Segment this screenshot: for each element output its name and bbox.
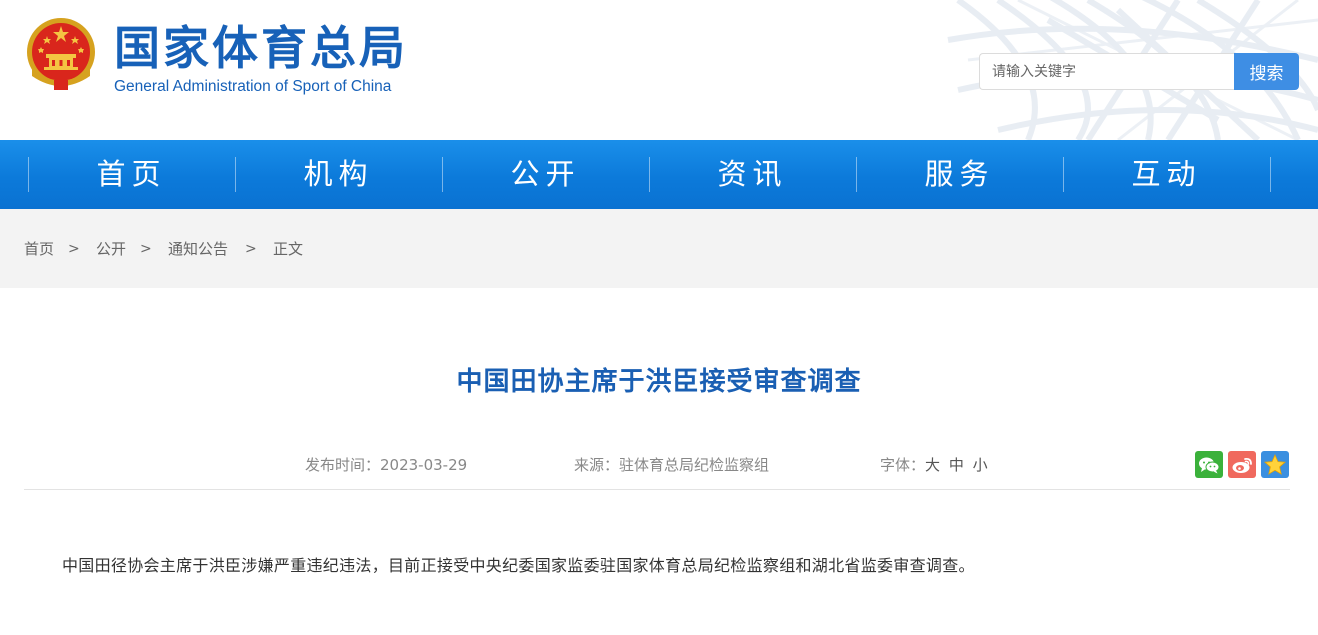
font-size-selector: 字体：大 中 小 <box>880 455 988 475</box>
main-nav: 首页 机构 公开 资讯 服务 互动 <box>0 140 1318 209</box>
site-logo-subtitle[interactable]: General Administration of Sport of China <box>114 77 391 97</box>
nav-item-home[interactable]: 首页 <box>28 140 235 209</box>
breadcrumb-item-public-info[interactable]: 公开 <box>96 239 126 259</box>
breadcrumb-separator: > <box>245 241 257 257</box>
breadcrumb: 首页 > 公开 > 通知公告 > 正文 <box>0 209 1318 288</box>
publish-time: 发布时间：2023-03-29 <box>305 456 468 474</box>
article-body: 中国田径协会主席于洪臣涉嫌严重违纪违法，目前正接受中央纪委国家监委驻国家体育总局… <box>62 556 975 575</box>
nav-item-services[interactable]: 服务 <box>856 140 1063 209</box>
font-size-medium[interactable]: 中 <box>949 456 964 474</box>
weibo-icon <box>1232 457 1252 473</box>
font-size-large[interactable]: 大 <box>925 456 940 474</box>
search-button[interactable]: 搜索 <box>1234 53 1299 90</box>
search-input[interactable] <box>979 53 1235 90</box>
article-title: 中国田协主席于洪臣接受审查调查 <box>456 367 862 397</box>
nav-divider <box>1270 157 1271 192</box>
site-logo-title[interactable]: 国家体育总局 <box>114 20 408 76</box>
search-bar: 搜索 <box>979 53 1299 90</box>
meta-divider <box>24 489 1290 490</box>
nav-item-interaction[interactable]: 互动 <box>1063 140 1270 209</box>
article-source: 来源：驻体育总局纪检监察组 <box>574 456 770 474</box>
share-favorite-button[interactable] <box>1261 451 1289 478</box>
nav-item-public-info[interactable]: 公开 <box>442 140 649 209</box>
favorite-star-icon <box>1264 454 1286 475</box>
breadcrumb-separator: > <box>140 241 152 257</box>
breadcrumb-item-current: 正文 <box>273 240 304 258</box>
breadcrumb-item-home[interactable]: 首页 <box>24 239 54 259</box>
breadcrumb-item-notices[interactable]: 通知公告 <box>168 239 228 259</box>
font-size-small[interactable]: 小 <box>973 456 988 474</box>
nav-item-news[interactable]: 资讯 <box>649 140 856 209</box>
site-header: 国家体育总局 General Administration of Sport o… <box>0 0 1318 140</box>
share-wechat-button[interactable] <box>1195 451 1223 478</box>
wechat-icon <box>1199 457 1220 473</box>
share-weibo-button[interactable] <box>1228 451 1256 478</box>
font-size-label: 字体： <box>880 456 926 474</box>
nav-item-organization[interactable]: 机构 <box>235 140 442 209</box>
national-emblem-icon <box>27 18 95 90</box>
breadcrumb-separator: > <box>68 241 80 257</box>
